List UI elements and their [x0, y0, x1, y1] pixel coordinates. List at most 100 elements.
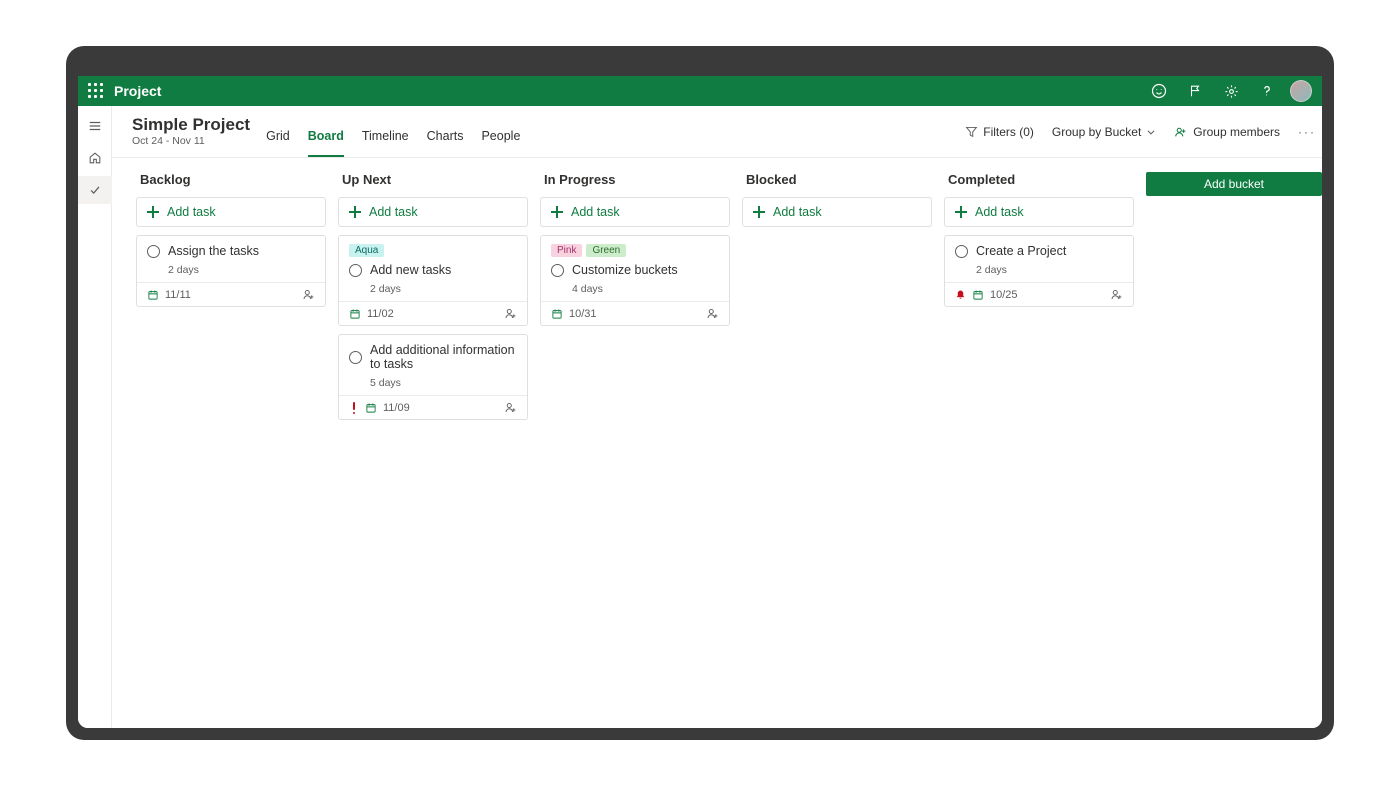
task-date: 10/25	[990, 289, 1018, 301]
calendar-icon	[551, 308, 563, 320]
more-icon[interactable]: ···	[1298, 125, 1316, 139]
rail-hamburger-icon[interactable]	[78, 112, 112, 140]
left-rail	[78, 106, 112, 728]
bucket-title[interactable]: Backlog	[136, 172, 326, 189]
add-task-label: Add task	[773, 205, 822, 219]
task-duration: 5 days	[349, 377, 517, 389]
gear-icon[interactable]	[1218, 78, 1244, 104]
assign-icon[interactable]	[302, 288, 315, 301]
calendar-icon	[147, 289, 159, 301]
calendar-icon	[349, 308, 361, 320]
people-icon	[1174, 125, 1188, 139]
task-duration: 2 days	[147, 264, 315, 276]
add-task-button[interactable]: Add task	[136, 197, 326, 227]
add-task-label: Add task	[975, 205, 1024, 219]
project-title: Simple Project	[132, 115, 250, 135]
avatar[interactable]	[1290, 80, 1312, 102]
add-bucket-column: Add bucket	[1146, 172, 1322, 196]
assign-icon[interactable]	[504, 401, 517, 414]
groupby-label: Group by Bucket	[1052, 125, 1141, 139]
complete-toggle[interactable]	[147, 245, 160, 258]
task-title: Customize buckets	[572, 263, 678, 277]
tab-board[interactable]: Board	[308, 129, 344, 157]
plus-icon	[147, 206, 159, 218]
add-task-button[interactable]: Add task	[944, 197, 1134, 227]
task-card[interactable]: Create a Project 2 days 10/25	[944, 235, 1134, 307]
kanban-board: Backlog Add task Assign the tasks	[112, 158, 1322, 728]
filters-button[interactable]: Filters (0)	[965, 125, 1034, 139]
bucket-title[interactable]: Blocked	[742, 172, 932, 189]
alert-icon	[955, 289, 966, 301]
workspace: Simple Project Oct 24 - Nov 11 Grid Boar…	[78, 106, 1322, 728]
task-duration: 2 days	[955, 264, 1123, 276]
priority-high-icon	[349, 402, 359, 414]
add-bucket-button[interactable]: Add bucket	[1146, 172, 1322, 196]
bucket-in-progress: In Progress Add task Pink Green	[540, 172, 730, 326]
complete-toggle[interactable]	[955, 245, 968, 258]
add-task-button[interactable]: Add task	[338, 197, 528, 227]
device-frame: Project	[66, 46, 1334, 740]
bucket-title[interactable]: Up Next	[338, 172, 528, 189]
bucket-title[interactable]: In Progress	[540, 172, 730, 189]
add-task-label: Add task	[369, 205, 418, 219]
app-name: Project	[114, 83, 161, 99]
task-title: Add additional information to tasks	[370, 343, 517, 371]
add-task-button[interactable]: Add task	[540, 197, 730, 227]
plus-icon	[349, 206, 361, 218]
rail-tasks-icon[interactable]	[78, 176, 112, 204]
device-screen: Project	[78, 58, 1322, 728]
project-heading: Simple Project Oct 24 - Nov 11	[132, 115, 250, 148]
task-label-chip: Aqua	[349, 244, 384, 257]
task-title: Assign the tasks	[168, 244, 259, 258]
task-title: Create a Project	[976, 244, 1066, 258]
task-duration: 2 days	[349, 283, 517, 295]
tab-charts[interactable]: Charts	[427, 129, 464, 157]
task-date: 10/31	[569, 308, 597, 320]
task-card[interactable]: Add additional information to tasks 5 da…	[338, 334, 528, 420]
assign-icon[interactable]	[1110, 288, 1123, 301]
plus-icon	[955, 206, 967, 218]
group-members-button[interactable]: Group members	[1174, 125, 1280, 139]
group-members-label: Group members	[1193, 125, 1280, 139]
bucket-title[interactable]: Completed	[944, 172, 1134, 189]
help-icon[interactable]	[1254, 78, 1280, 104]
flag-icon[interactable]	[1182, 78, 1208, 104]
main-area: Simple Project Oct 24 - Nov 11 Grid Boar…	[112, 106, 1322, 728]
task-title: Add new tasks	[370, 263, 451, 277]
task-card[interactable]: Assign the tasks 2 days 11/11	[136, 235, 326, 307]
rail-home-icon[interactable]	[78, 144, 112, 172]
plus-icon	[753, 206, 765, 218]
add-task-label: Add task	[571, 205, 620, 219]
command-bar: Simple Project Oct 24 - Nov 11 Grid Boar…	[112, 106, 1322, 158]
tab-timeline[interactable]: Timeline	[362, 129, 409, 157]
task-card[interactable]: Aqua Add new tasks 2 days 11/02	[338, 235, 528, 326]
calendar-icon	[365, 402, 377, 414]
complete-toggle[interactable]	[349, 351, 362, 364]
command-right: Filters (0) Group by Bucket Group member…	[965, 125, 1316, 139]
complete-toggle[interactable]	[551, 264, 564, 277]
assign-icon[interactable]	[504, 307, 517, 320]
app-header: Project	[78, 76, 1322, 106]
add-task-label: Add task	[167, 205, 216, 219]
app-launcher-icon[interactable]	[88, 83, 104, 99]
tab-grid[interactable]: Grid	[266, 129, 290, 157]
add-task-button[interactable]: Add task	[742, 197, 932, 227]
emoji-icon[interactable]	[1146, 78, 1172, 104]
groupby-button[interactable]: Group by Bucket	[1052, 125, 1156, 139]
chevron-down-icon	[1146, 127, 1156, 137]
task-duration: 4 days	[551, 283, 719, 295]
bucket-up-next: Up Next Add task Aqua Add n	[338, 172, 528, 420]
app-root: Project	[78, 76, 1322, 728]
assign-icon[interactable]	[706, 307, 719, 320]
task-date: 11/11	[165, 289, 191, 301]
task-card[interactable]: Pink Green Customize buckets 4 days	[540, 235, 730, 326]
task-label-chip: Pink	[551, 244, 582, 257]
tab-people[interactable]: People	[481, 129, 520, 157]
task-date: 11/02	[367, 308, 394, 320]
complete-toggle[interactable]	[349, 264, 362, 277]
task-date: 11/09	[383, 402, 410, 414]
view-tabs: Grid Board Timeline Charts People	[266, 106, 520, 157]
calendar-icon	[972, 289, 984, 301]
bucket-completed: Completed Add task Create a Project	[944, 172, 1134, 307]
project-date-range: Oct 24 - Nov 11	[132, 135, 250, 148]
